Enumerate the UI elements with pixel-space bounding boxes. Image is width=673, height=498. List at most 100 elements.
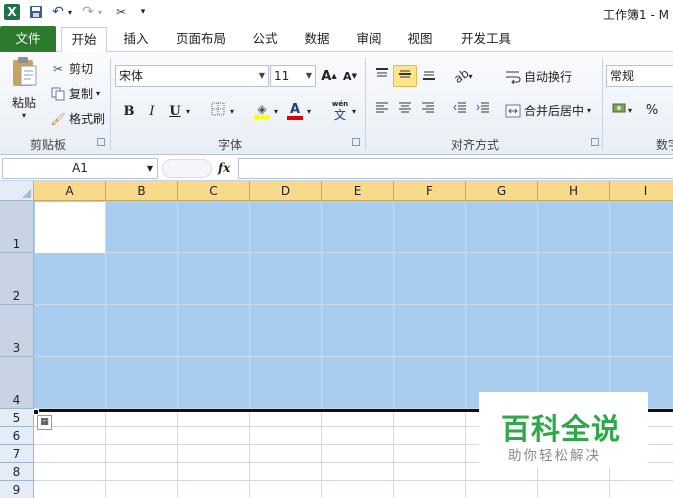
- name-box[interactable]: A1 ▼: [2, 158, 158, 179]
- formula-input[interactable]: [238, 158, 673, 179]
- watermark-title: 百科全说: [501, 412, 622, 446]
- underline-button[interactable]: U: [164, 100, 186, 122]
- font-launcher-icon[interactable]: [352, 138, 360, 146]
- column-header-c[interactable]: C: [178, 181, 250, 201]
- font-color-dropdown-icon[interactable]: ▾: [307, 107, 311, 116]
- redo-icon[interactable]: ↷: [80, 4, 96, 20]
- wrap-text-button[interactable]: 自动换行: [504, 68, 572, 85]
- undo-icon[interactable]: ↶: [50, 4, 66, 20]
- align-bottom-button[interactable]: [418, 65, 440, 87]
- tab-formulas[interactable]: 公式: [244, 27, 286, 52]
- undo-dropdown-icon[interactable]: ▾: [66, 4, 74, 20]
- font-size-select[interactable]: 11 ▼: [270, 65, 316, 87]
- row-header-5[interactable]: 5: [0, 409, 34, 427]
- row-header-4[interactable]: 4: [0, 357, 34, 409]
- row-header-7[interactable]: 7: [0, 445, 34, 463]
- insert-function-icon[interactable]: fx: [218, 161, 230, 175]
- fill-color-bar: [254, 115, 270, 119]
- decrease-indent-button[interactable]: [449, 99, 471, 121]
- column-gridline: [249, 201, 250, 498]
- row-header-3[interactable]: 3: [0, 305, 34, 357]
- row-header-6[interactable]: 6: [0, 427, 34, 445]
- row-header-9[interactable]: 9: [0, 481, 34, 498]
- align-bottom-icon: [422, 68, 436, 84]
- copy-label: 复制: [69, 87, 94, 101]
- accounting-dropdown-icon: ▾: [627, 105, 632, 115]
- tab-home[interactable]: 开始: [61, 27, 107, 53]
- tab-developer[interactable]: 开发工具: [452, 27, 520, 52]
- column-header-h[interactable]: H: [538, 181, 610, 201]
- chevron-down-icon: ▼: [305, 71, 312, 80]
- wrap-text-label: 自动换行: [524, 70, 573, 84]
- increase-indent-button[interactable]: [472, 99, 494, 121]
- tab-review[interactable]: 审阅: [348, 27, 390, 52]
- number-format-select[interactable]: 常规: [606, 65, 673, 87]
- excel-logo-icon[interactable]: X: [4, 4, 20, 20]
- align-top-icon: [375, 68, 389, 84]
- column-header-a[interactable]: A: [34, 181, 106, 201]
- align-top-button[interactable]: [371, 65, 393, 87]
- align-center-button[interactable]: [394, 99, 416, 121]
- fill-color-dropdown-icon[interactable]: ▾: [274, 107, 278, 116]
- align-right-button[interactable]: [417, 99, 439, 121]
- chevron-down-icon: ▼: [146, 164, 153, 173]
- row-header-1[interactable]: 1: [0, 201, 34, 253]
- column-header-b[interactable]: B: [106, 181, 178, 201]
- phonetic-char: 文: [333, 108, 346, 122]
- tab-page-layout[interactable]: 页面布局: [170, 27, 232, 52]
- percent-button[interactable]: %: [641, 99, 663, 121]
- tab-file[interactable]: 文件: [0, 26, 56, 52]
- column-header-f[interactable]: F: [394, 181, 466, 201]
- column-header-d[interactable]: D: [250, 181, 322, 201]
- tab-data[interactable]: 数据: [296, 27, 338, 52]
- accounting-format-button[interactable]: ▾: [608, 99, 636, 121]
- align-middle-button[interactable]: [393, 65, 417, 87]
- wrap-text-icon: [504, 70, 522, 84]
- borders-button[interactable]: [207, 100, 229, 122]
- underline-dropdown-icon[interactable]: ▾: [186, 107, 190, 116]
- copy-button[interactable]: 复制 ▾: [50, 85, 100, 102]
- paste-button[interactable]: 粘贴 ▾: [8, 56, 40, 126]
- phonetic-button[interactable]: wén 文: [328, 98, 352, 124]
- title-bar: X ↶ ▾ ↷ ▾ ✂ ▾ 工作簿1 - M: [0, 0, 673, 26]
- orientation-button[interactable]: ab ▾: [450, 65, 476, 87]
- qat-dropdown-icon[interactable]: ▾: [138, 4, 148, 20]
- font-color-button[interactable]: A: [284, 100, 306, 122]
- borders-dropdown-icon[interactable]: ▾: [230, 107, 234, 116]
- alignment-launcher-icon[interactable]: [591, 138, 599, 146]
- select-all-button[interactable]: [0, 181, 34, 201]
- paintbrush-icon: 🖌: [50, 111, 66, 126]
- bold-button[interactable]: B: [118, 100, 140, 122]
- font-name-value: 宋体: [119, 69, 144, 83]
- column-header-e[interactable]: E: [322, 181, 394, 201]
- format-painter-button[interactable]: 🖌 格式刷: [50, 110, 105, 127]
- row-header-8[interactable]: 8: [0, 463, 34, 481]
- merge-center-button[interactable]: 合并后居中 ▾: [504, 102, 591, 119]
- tab-insert[interactable]: 插入: [114, 27, 158, 52]
- customize-tools-icon[interactable]: ✂: [112, 4, 130, 20]
- tab-view[interactable]: 视图: [399, 27, 441, 52]
- column-header-g[interactable]: G: [466, 181, 538, 201]
- clipboard-launcher-icon[interactable]: [97, 138, 105, 146]
- fill-color-button[interactable]: ◈: [251, 100, 273, 122]
- alignment-group-label: 对齐方式: [450, 138, 499, 152]
- selection-range[interactable]: [34, 201, 673, 409]
- active-cell-a1[interactable]: [35, 202, 105, 253]
- grow-font-button[interactable]: A ▲: [318, 65, 340, 87]
- row-gridline: [34, 356, 673, 357]
- cut-button[interactable]: ✂ 剪切: [50, 60, 93, 77]
- paste-options-icon[interactable]: ▦: [37, 415, 52, 430]
- row-gridline: [34, 252, 673, 253]
- shrink-font-button[interactable]: A ▼: [339, 65, 361, 87]
- formula-bar-handle[interactable]: [162, 159, 212, 178]
- redo-dropdown-icon[interactable]: ▾: [96, 4, 104, 20]
- ribbon-tabs: 文件 开始 插入 页面布局 公式 数据 审阅 视图 开发工具: [0, 26, 673, 53]
- column-header-i[interactable]: I: [610, 181, 673, 201]
- row-header-2[interactable]: 2: [0, 253, 34, 305]
- italic-button[interactable]: I: [141, 100, 163, 122]
- formula-bar: A1 ▼ fx: [0, 156, 673, 181]
- save-icon[interactable]: [28, 4, 44, 20]
- align-left-button[interactable]: [371, 99, 393, 121]
- phonetic-dropdown-icon[interactable]: ▾: [352, 107, 356, 116]
- font-name-select[interactable]: 宋体 ▼: [115, 65, 269, 87]
